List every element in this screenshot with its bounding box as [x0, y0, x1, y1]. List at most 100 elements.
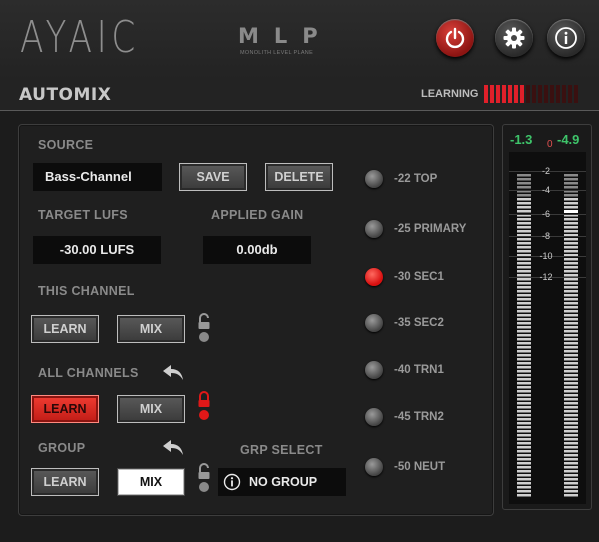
meter-scale-tick: -6: [541, 209, 550, 219]
learning-segment: [496, 85, 500, 103]
meter-segment: [517, 402, 531, 405]
radio-button[interactable]: [365, 268, 383, 286]
learning-segment: [484, 85, 488, 103]
this-channel-mix-button[interactable]: MIX: [117, 315, 185, 343]
meter-segment: [564, 430, 578, 433]
meter-segment: [517, 322, 531, 325]
target-level-option[interactable]: -40 TRN1: [365, 359, 444, 381]
meter-zero-label: 0: [547, 139, 553, 150]
radio-button[interactable]: [365, 458, 383, 476]
save-button[interactable]: SAVE: [179, 163, 247, 191]
meter-segment: [564, 402, 578, 405]
meter-segment: [564, 470, 578, 473]
product-logo: MLP: [238, 24, 333, 48]
automix-window: AYAIC MLP MONOLITH LEVEL PLANE AUTOMIX L…: [0, 0, 599, 542]
radio-button[interactable]: [365, 314, 383, 332]
undo-icon[interactable]: [161, 363, 185, 381]
meter-segment: [517, 270, 531, 273]
meter-segment: [564, 486, 578, 489]
meter-segment: [564, 462, 578, 465]
meter-segment: [517, 406, 531, 409]
meter-segment: [564, 206, 578, 209]
applied-gain-field: 0.00db: [203, 236, 311, 264]
meter-segment: [564, 390, 578, 393]
this-channel-learn-button[interactable]: LEARN: [31, 315, 99, 343]
target-level-option[interactable]: -35 SEC2: [365, 312, 444, 334]
source-name-field[interactable]: Bass-Channel: [33, 163, 162, 191]
meter-segment: [564, 222, 578, 225]
meter-segment: [517, 478, 531, 481]
radio-button[interactable]: [365, 170, 383, 188]
target-level-option[interactable]: -22 TOP: [365, 168, 437, 190]
unlock-icon[interactable]: [197, 462, 211, 494]
meter-segment: [517, 410, 531, 413]
meter-segment: [564, 202, 578, 205]
meter-segment: [517, 226, 531, 229]
header: AYAIC MLP MONOLITH LEVEL PLANE: [0, 0, 599, 80]
meter-segment: [517, 386, 531, 389]
delete-button[interactable]: DELETE: [265, 163, 333, 191]
gear-icon: [503, 27, 525, 49]
target-level-option[interactable]: -25 PRIMARY: [365, 218, 466, 240]
meter-segment: [517, 422, 531, 425]
group-mix-button[interactable]: MIX: [117, 468, 185, 496]
meter-segment: [517, 334, 531, 337]
meter-segment: [517, 330, 531, 333]
meter-segment: [564, 354, 578, 357]
meter-segment: [517, 362, 531, 365]
meter-segment: [517, 290, 531, 293]
learning-segment: [532, 85, 536, 103]
meter-segment: [564, 386, 578, 389]
power-button[interactable]: [436, 19, 474, 57]
meter-segment: [564, 242, 578, 245]
target-level-label: -30 SEC1: [394, 271, 444, 283]
lock-icon[interactable]: [197, 390, 211, 422]
meter-segment: [564, 198, 578, 201]
peak-hold-indicator: [564, 210, 578, 213]
meter-segment: [564, 450, 578, 453]
meter-segment: [564, 226, 578, 229]
group-select-dropdown[interactable]: NO GROUP: [218, 468, 346, 496]
meter-segment: [564, 194, 578, 197]
learning-segment: [526, 85, 530, 103]
meter-segment: [517, 246, 531, 249]
radio-button[interactable]: [365, 408, 383, 426]
meter-segment: [564, 422, 578, 425]
meter-segment: [564, 262, 578, 265]
meter-segment: [564, 174, 578, 177]
info-icon: [555, 27, 577, 49]
radio-button[interactable]: [365, 220, 383, 238]
meter-segment: [564, 458, 578, 461]
target-level-option[interactable]: -30 SEC1: [365, 266, 444, 288]
radio-button[interactable]: [365, 361, 383, 379]
target-level-option[interactable]: -50 NEUT: [365, 456, 445, 478]
meter-segment: [517, 378, 531, 381]
meter-segment: [517, 442, 531, 445]
target-level-label: -40 TRN1: [394, 364, 444, 376]
meter-segment: [517, 306, 531, 309]
settings-button[interactable]: [495, 19, 533, 57]
left-peak-value: -1.3: [510, 132, 533, 147]
meter-segment: [564, 294, 578, 297]
meter-segment: [564, 366, 578, 369]
learning-segment: [538, 85, 542, 103]
meter-segment: [517, 418, 531, 421]
meter-segment: [517, 394, 531, 397]
meter-scale-tick: -4: [541, 185, 550, 195]
meter-segment: [517, 374, 531, 377]
meter-segment: [517, 230, 531, 233]
meter-scale-tick: -2: [541, 166, 550, 176]
meter-segment: [517, 450, 531, 453]
all-channels-mix-button[interactable]: MIX: [117, 395, 185, 423]
meter-segment: [564, 398, 578, 401]
target-lufs-field[interactable]: -30.00 LUFS: [33, 236, 161, 264]
all-channels-learn-button[interactable]: LEARN: [31, 395, 99, 423]
unlock-icon[interactable]: [197, 312, 211, 344]
learning-segment: [502, 85, 506, 103]
info-button[interactable]: [547, 19, 585, 57]
target-level-option[interactable]: -45 TRN2: [365, 406, 444, 428]
meter-segment: [517, 434, 531, 437]
meter-segment: [517, 358, 531, 361]
group-learn-button[interactable]: LEARN: [31, 468, 99, 496]
undo-icon[interactable]: [161, 438, 185, 456]
